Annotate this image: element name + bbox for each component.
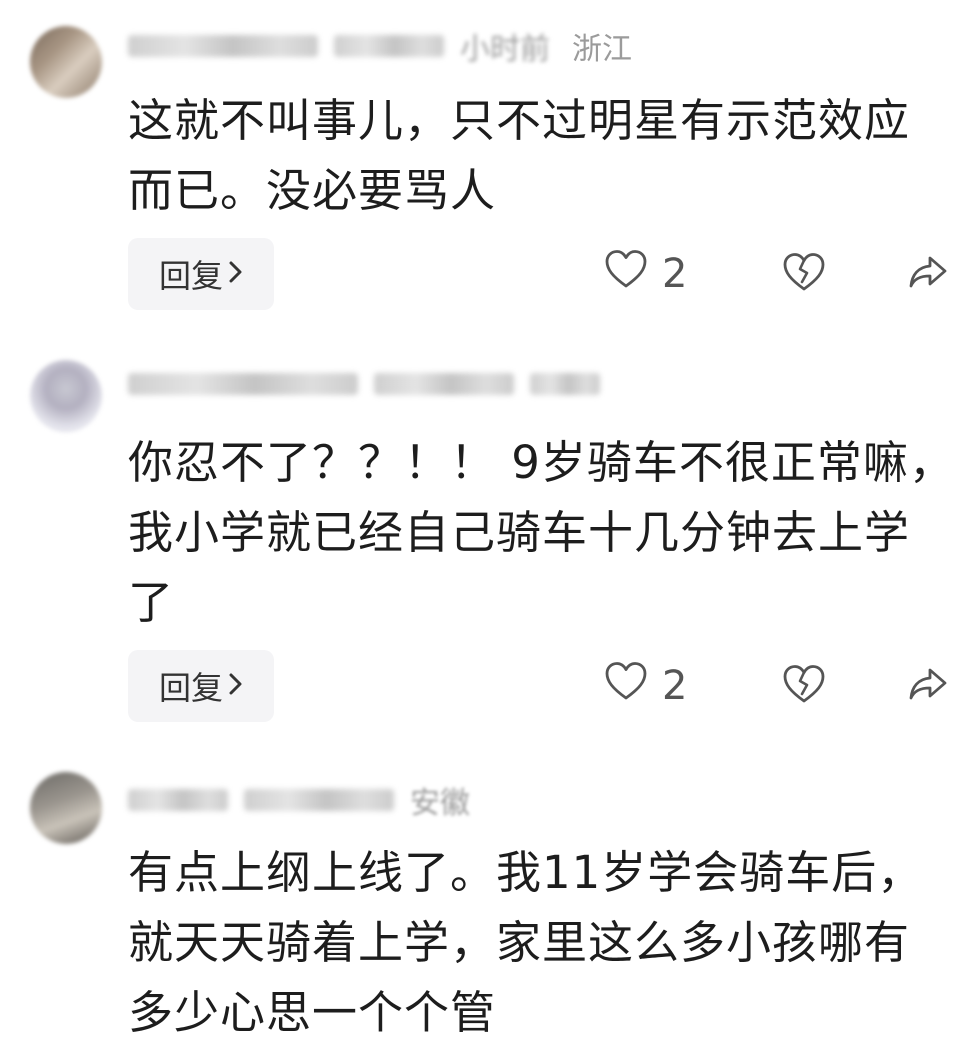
comment-text-line: 就天天骑着上学，家里这么多小孩哪有: [128, 916, 911, 969]
meta-blurred: [244, 789, 394, 811]
avatar[interactable]: [30, 26, 102, 98]
comment-location: 安徽: [410, 786, 470, 821]
comment-meta: [128, 364, 616, 404]
like-count: 2: [662, 251, 688, 297]
share-button[interactable]: [908, 238, 948, 310]
comment-meta: 小时前 浙江: [128, 26, 632, 67]
dislike-button[interactable]: [782, 238, 826, 310]
reply-button[interactable]: 回复: [128, 650, 274, 722]
comment-location: 浙江: [572, 32, 632, 67]
comment-text: 有点上纲上线了。我11岁学会骑车后， 就天天骑着上学，家里这么多小孩哪有 多少心…: [128, 838, 938, 1048]
share-arrow-icon: [908, 666, 948, 706]
avatar[interactable]: [30, 360, 102, 432]
comment-text-line: 了: [128, 576, 175, 629]
comment-text: 你忍不了？？！！ 9岁骑车不很正常嘛， 我小学就已经自己骑车十几分钟去上学 了: [128, 428, 955, 638]
broken-heart-icon: [782, 664, 826, 708]
comment-text-line: 我小学就已经自己骑车十几分钟去上学: [128, 506, 911, 559]
like-button[interactable]: 2: [604, 650, 687, 722]
heart-icon: [604, 661, 662, 711]
like-button[interactable]: 2: [604, 238, 687, 310]
comment-text: 这就不叫事儿，只不过明星有示范效应 而已。没必要骂人: [128, 86, 938, 226]
username-blurred[interactable]: [128, 373, 358, 395]
share-button[interactable]: [908, 650, 948, 722]
location-blurred: [530, 373, 600, 395]
comment-text-line: 有点上纲上线了。我11岁学会骑车后，: [128, 846, 924, 899]
like-count: 2: [662, 663, 688, 709]
comment-time: 小时前: [460, 32, 550, 67]
heart-icon: [604, 249, 662, 299]
comment-text-line: 而已。没必要骂人: [128, 164, 497, 217]
meta-blurred: [334, 35, 444, 57]
reply-label: 回复: [158, 669, 223, 707]
broken-heart-icon: [782, 252, 826, 296]
share-arrow-icon: [908, 254, 948, 294]
comment-text-line: 你忍不了？？！！ 9岁骑车不很正常嘛，: [128, 436, 955, 489]
comment-text-line: 多少心思一个个管: [128, 986, 497, 1039]
avatar[interactable]: [30, 772, 102, 844]
username-blurred[interactable]: [128, 789, 228, 811]
meta-blurred: [374, 373, 514, 395]
reply-label: 回复: [158, 257, 223, 295]
comment-text-line: 这就不叫事儿，只不过明星有示范效应: [128, 94, 911, 147]
reply-button[interactable]: 回复: [128, 238, 274, 310]
comment-meta: 安徽: [128, 780, 470, 821]
dislike-button[interactable]: [782, 650, 826, 722]
chevron-right-icon: [229, 257, 243, 292]
chevron-right-icon: [229, 669, 243, 704]
username-blurred[interactable]: [128, 35, 318, 57]
